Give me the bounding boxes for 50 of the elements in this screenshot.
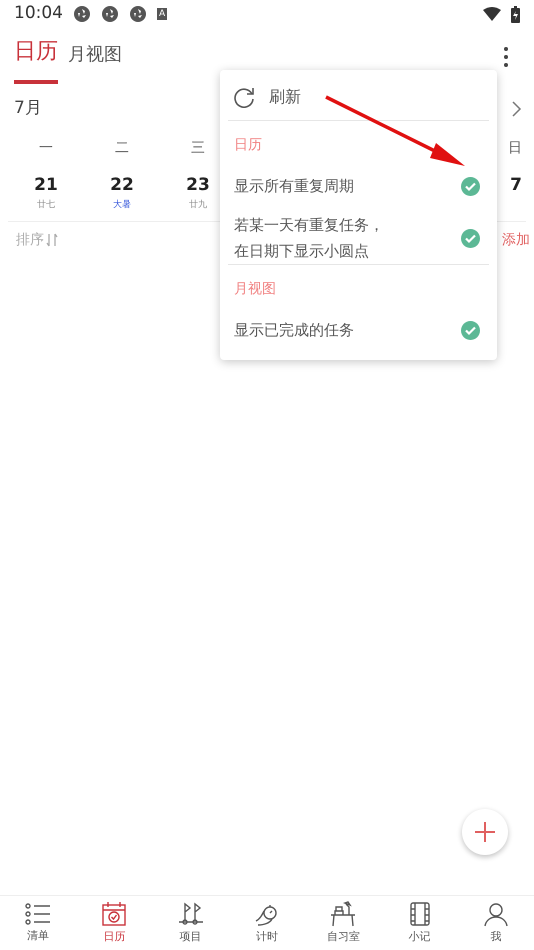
bottom-nav-tab[interactable]: 清单 bbox=[0, 896, 76, 950]
day-number[interactable]: 22 bbox=[110, 173, 134, 198]
refresh-icon bbox=[233, 86, 255, 108]
lunar-date: 廿九 bbox=[189, 198, 207, 212]
check-icon[interactable] bbox=[461, 176, 480, 196]
aperture-icon bbox=[73, 5, 91, 23]
section-header: 月视图 bbox=[233, 280, 277, 299]
view-tab[interactable]: 月视图 bbox=[68, 41, 122, 84]
bottom-nav-tab[interactable]: 计时 bbox=[228, 896, 306, 950]
person-icon bbox=[482, 900, 509, 927]
day-number[interactable]: 7 bbox=[510, 173, 522, 198]
status-time: 10:04 bbox=[14, 2, 63, 26]
menu-option-text[interactable]: 在日期下显示小圆点 bbox=[234, 238, 369, 264]
view-tab[interactable]: 日历 bbox=[14, 35, 58, 84]
day-number[interactable]: 23 bbox=[186, 173, 210, 198]
aperture-icon bbox=[101, 5, 119, 23]
flags-icon bbox=[178, 900, 204, 927]
check-icon[interactable] bbox=[461, 228, 480, 248]
bottom-nav-tab[interactable]: 我 bbox=[458, 896, 534, 950]
plus-icon bbox=[475, 822, 495, 842]
check-icon[interactable] bbox=[461, 320, 480, 340]
menu-option-text[interactable]: 若某一天有重复任务， bbox=[234, 212, 384, 238]
bottom-nav-tab[interactable]: 项目 bbox=[152, 896, 229, 950]
list-icon bbox=[25, 902, 52, 926]
weekday-label: 日 bbox=[508, 139, 522, 158]
day-number[interactable]: 21 bbox=[34, 173, 58, 198]
chevron-right-icon[interactable] bbox=[512, 101, 522, 117]
add-button[interactable] bbox=[462, 809, 508, 855]
add-link[interactable]: 添加 bbox=[502, 230, 530, 250]
calendar-icon bbox=[101, 900, 128, 927]
refresh-item[interactable]: 刷新 bbox=[220, 74, 497, 120]
weekday-label: 一 bbox=[39, 139, 53, 158]
menu-option-text[interactable]: 显示所有重复周期 bbox=[234, 173, 354, 199]
section-header: 日历 bbox=[233, 136, 263, 155]
battery-icon bbox=[511, 6, 520, 22]
month-label: 7月 bbox=[14, 97, 42, 120]
aperture-icon bbox=[129, 5, 147, 23]
notification-badge: A bbox=[157, 8, 168, 20]
desk-icon bbox=[330, 900, 356, 927]
menu-option-text[interactable]: 显示已完成的任务 bbox=[234, 317, 354, 343]
weekday-label: 三 bbox=[191, 139, 205, 158]
weekday-label: 二 bbox=[115, 139, 129, 158]
sort-arrows-icon[interactable] bbox=[46, 233, 58, 247]
bottom-nav-tab[interactable]: 自习室 bbox=[305, 896, 382, 950]
wifi-icon bbox=[483, 7, 501, 21]
lunar-date: 大暑 bbox=[113, 198, 131, 212]
lunar-date: 廿七 bbox=[37, 198, 55, 212]
bottom-nav-tab[interactable]: 小记 bbox=[381, 896, 458, 950]
bottom-nav-tab[interactable]: 日历 bbox=[76, 896, 153, 950]
more-menu-icon[interactable] bbox=[503, 46, 509, 68]
